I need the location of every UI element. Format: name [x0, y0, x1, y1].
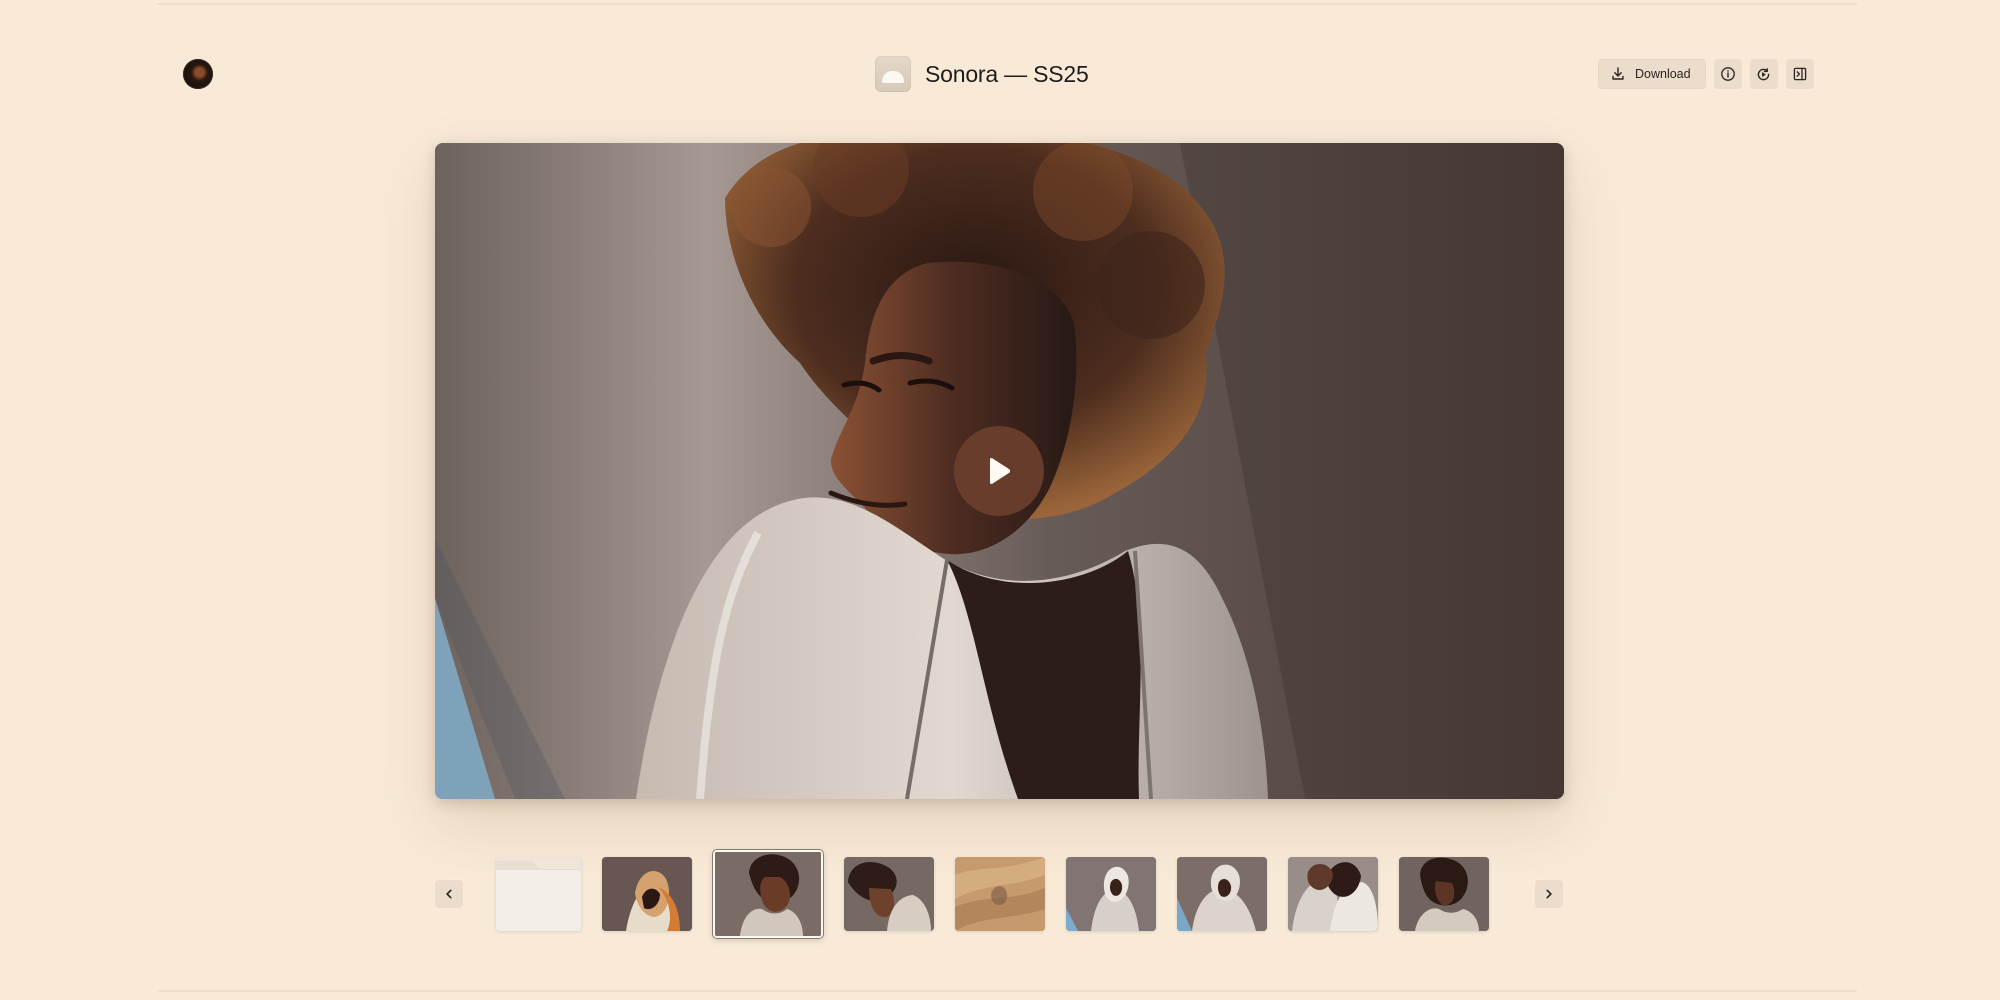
- thumbnail-image: [1399, 857, 1489, 931]
- header: Sonora — SS25 Download: [0, 52, 2000, 96]
- thumbnail-item[interactable]: [1288, 857, 1378, 931]
- thumbnail-image: [1288, 857, 1378, 931]
- download-button[interactable]: Download: [1598, 59, 1706, 89]
- play-icon: [985, 456, 1013, 486]
- top-divider: [157, 3, 1857, 5]
- previous-button[interactable]: [435, 880, 463, 908]
- thumbnail-item[interactable]: [1066, 857, 1156, 931]
- page-title: Sonora — SS25: [925, 60, 1089, 87]
- title-group: Sonora — SS25: [875, 56, 1089, 92]
- chevron-right-icon: [1543, 888, 1555, 900]
- thumbnail-image: [602, 857, 692, 931]
- toolbar-actions: Download: [1598, 59, 1814, 89]
- thumbnail-list: [496, 850, 1489, 938]
- thumbnail-image: [844, 857, 934, 931]
- thumbnail-strip: [435, 850, 1564, 938]
- media-viewer[interactable]: [435, 143, 1564, 799]
- play-button[interactable]: [954, 426, 1044, 516]
- thumbnail-item[interactable]: [844, 857, 934, 931]
- chevron-left-icon: [443, 888, 455, 900]
- thumbnail-item-selected[interactable]: [713, 850, 823, 938]
- thumbnail-image: [1177, 857, 1267, 931]
- folder-icon: [496, 857, 581, 931]
- download-label: Download: [1635, 67, 1691, 81]
- thumbnail-image: [1066, 857, 1156, 931]
- panel-toggle-icon: [1792, 66, 1808, 82]
- next-button[interactable]: [1535, 880, 1563, 908]
- thumbnail-folder[interactable]: [496, 857, 581, 931]
- thumbnail-item[interactable]: [1399, 857, 1489, 931]
- replay-icon: [1755, 66, 1772, 83]
- thumbnail-item[interactable]: [955, 857, 1045, 931]
- app-page: Sonora — SS25 Download: [0, 0, 2000, 1000]
- avatar[interactable]: [183, 59, 213, 89]
- replay-button[interactable]: [1749, 59, 1778, 89]
- info-button[interactable]: [1713, 59, 1742, 89]
- info-icon: [1720, 66, 1736, 82]
- panel-toggle-button[interactable]: [1785, 59, 1814, 89]
- app-icon: [875, 56, 911, 92]
- thumbnail-image: [715, 852, 821, 936]
- thumbnail-item[interactable]: [602, 857, 692, 931]
- thumbnail-item[interactable]: [1177, 857, 1267, 931]
- thumbnail-image: [955, 857, 1045, 931]
- bottom-divider: [157, 990, 1857, 992]
- download-icon: [1610, 66, 1626, 82]
